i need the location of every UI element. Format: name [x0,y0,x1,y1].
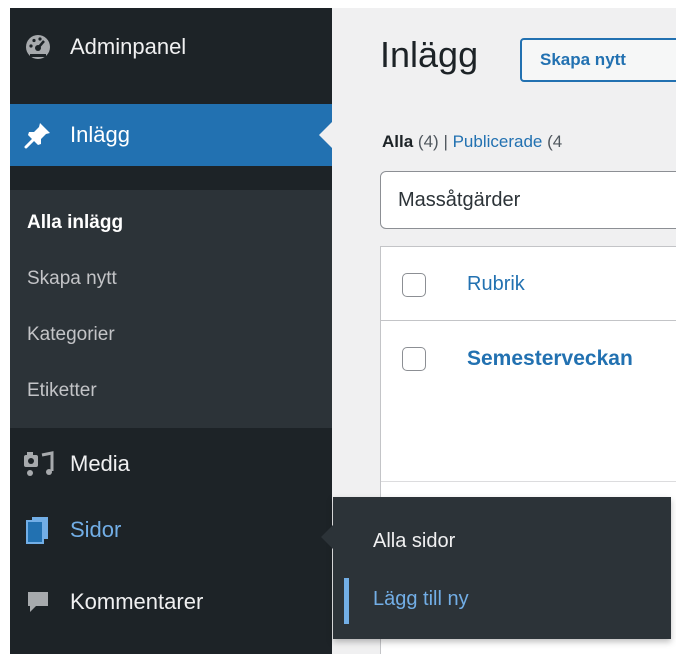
post-status-filters: Alla (4) | Publicerade (4 [382,132,562,152]
menu-label-media: Media [70,451,130,476]
filter-published[interactable]: Publicerade [453,132,543,151]
pages-icon [18,510,58,550]
row-divider [381,481,676,482]
menu-item-inlagg[interactable]: Inlägg [10,104,332,166]
menu-item-media[interactable]: Media [10,433,332,495]
menu-label-adminpanel: Adminpanel [70,34,187,59]
flyout-hover-indicator [344,578,349,624]
pages-flyout-submenu: Alla sidor Lägg till ny [321,497,671,639]
filter-all-count: (4) [417,132,439,151]
filter-separator: | [443,132,448,151]
wp-admin-screen: Adminpanel Inlägg Alla inlägg Skapa nytt… [10,8,676,654]
posts-submenu: Alla inlägg Skapa nytt Kategorier Etiket… [10,190,332,428]
menu-label-sidor: Sidor [70,517,122,542]
pin-icon [18,115,58,155]
select-all-checkbox[interactable] [402,273,426,297]
menu-item-sidor[interactable]: Sidor [10,499,332,561]
filter-all[interactable]: Alla [382,132,413,151]
menu-label-inlagg: Inlägg [70,122,130,147]
menu-item-adminpanel[interactable]: Adminpanel [10,16,332,78]
submenu-item-skapa-nytt[interactable]: Skapa nytt [27,268,117,290]
table-row: Semesterveckan [381,321,676,421]
flyout-item-lagg-till-ny[interactable]: Lägg till ny [373,588,469,611]
submenu-item-alla-inlagg[interactable]: Alla inlägg [27,212,123,234]
current-menu-arrow [319,122,332,148]
flyout-item-alla-sidor[interactable]: Alla sidor [373,530,455,553]
add-new-post-button[interactable]: Skapa nytt [520,38,676,82]
menu-item-kommentarer[interactable]: Kommentarer [10,571,332,633]
table-header-row: Rubrik [381,247,676,321]
media-icon [18,444,58,484]
submenu-item-etiketter[interactable]: Etiketter [27,380,97,402]
menu-label-kommentarer: Kommentarer [70,589,204,614]
row-checkbox[interactable] [402,347,426,371]
filter-published-count: (4 [547,132,563,151]
post-title-link[interactable]: Semesterveckan [467,347,633,371]
dashboard-icon [18,27,58,67]
comments-icon [18,582,58,622]
submenu-item-kategorier[interactable]: Kategorier [27,324,115,346]
bulk-actions-select[interactable]: Massåtgärder [380,171,676,229]
admin-sidebar: Adminpanel Inlägg Alla inlägg Skapa nytt… [10,8,332,654]
column-title-header[interactable]: Rubrik [467,273,525,296]
page-title: Inlägg [380,34,479,75]
flyout-arrow [321,525,333,549]
